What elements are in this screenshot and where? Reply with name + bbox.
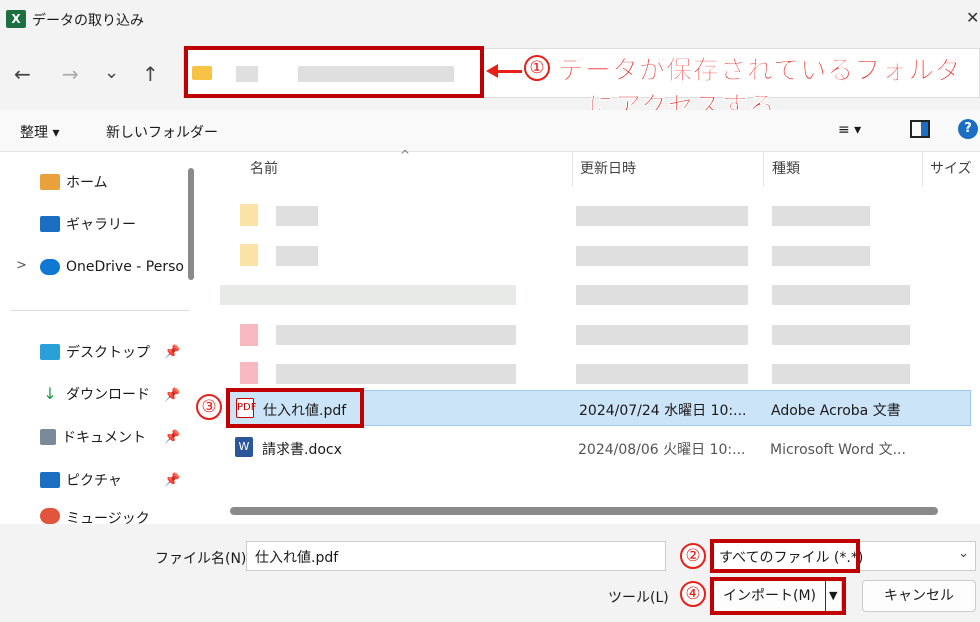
home-icon (40, 174, 60, 190)
filename-input[interactable]: 仕入れ値.pdf (246, 541, 666, 571)
blurred-row (772, 285, 910, 305)
sidebar-item-desktop[interactable]: デスクトップ (40, 338, 150, 366)
pin-icon[interactable]: 📌 (164, 345, 180, 360)
file-highlight-box (226, 388, 364, 428)
blurred-row (772, 206, 870, 226)
pin-icon[interactable]: 📌 (164, 388, 180, 403)
blurred-row (576, 285, 748, 305)
sidebar-item-label: OneDrive - Perso (66, 259, 184, 275)
organize-menu[interactable]: 整理 ▾ (20, 122, 59, 142)
sidebar-item-label: ホーム (66, 175, 108, 191)
sidebar-item-pictures[interactable]: ピクチャ (40, 466, 122, 494)
pin-icon[interactable]: 📌 (164, 473, 180, 488)
column-type[interactable]: 種類 (772, 158, 800, 178)
sidebar-item-gallery[interactable]: ギャラリー (40, 210, 136, 238)
step4-badge: ④ (680, 581, 706, 607)
sort-arrow-icon: ^ (400, 148, 411, 162)
horizontal-scrollbar[interactable] (230, 507, 938, 515)
close-button[interactable]: ✕ (966, 8, 979, 27)
sidebar-scrollbar[interactable] (188, 168, 194, 280)
blurred-row (276, 325, 516, 345)
column-modified[interactable]: 更新日時 (580, 158, 636, 178)
document-icon (40, 429, 56, 445)
title-bar (0, 0, 980, 40)
sidebar-item-label: ピクチャ (66, 473, 122, 489)
expand-chevron-icon[interactable]: > (16, 258, 27, 273)
sidebar-item-label: ドキュメント (62, 430, 146, 446)
blurred-row (772, 325, 910, 345)
pin-icon[interactable]: 📌 (164, 430, 180, 445)
sidebar-divider (10, 310, 190, 311)
cloud-icon (40, 259, 60, 275)
blurred-row (220, 285, 516, 305)
desktop-icon (40, 344, 60, 360)
blurred-file-icon (240, 362, 258, 384)
sidebar-item-label: ギャラリー (66, 217, 136, 233)
blurred-folder-icon (240, 244, 258, 266)
sidebar-item-downloads[interactable]: ↓ ダウンロード (40, 380, 150, 408)
sidebar-item-onedrive[interactable]: OneDrive - Perso (40, 253, 184, 281)
blurred-file-icon (240, 324, 258, 346)
column-size[interactable]: サイズ (930, 158, 972, 178)
recent-locations-button[interactable]: ⌄ (104, 62, 119, 83)
column-divider (763, 152, 764, 186)
file-type: Adobe Acroba 文書 (771, 403, 901, 419)
up-button[interactable]: ↑ (142, 62, 159, 86)
file-name: 請求書.docx (262, 442, 342, 458)
column-divider (572, 152, 573, 186)
help-icon[interactable]: ? (958, 119, 978, 139)
download-icon: ↓ (43, 384, 57, 403)
blurred-row (576, 206, 748, 226)
tools-menu[interactable]: ツール(L) (608, 587, 669, 607)
new-folder-button[interactable]: 新しいフォルダー (106, 122, 218, 142)
blurred-row (276, 206, 318, 226)
gallery-icon (40, 216, 60, 232)
file-row-docx[interactable]: W 請求書.docx 2024/08/06 火曜日 10:... Microso… (226, 430, 971, 466)
back-button[interactable]: ← (14, 62, 31, 86)
excel-icon: X (6, 10, 26, 28)
preview-pane-icon[interactable] (910, 120, 930, 138)
pictures-icon (40, 472, 60, 488)
file-modified: 2024/08/06 火曜日 10:... (578, 442, 746, 458)
window-title: データの取り込み (32, 13, 144, 29)
address-highlight-box (184, 46, 484, 98)
blurred-row (772, 364, 910, 384)
sidebar-item-music[interactable]: ミュージック (40, 508, 150, 524)
blurred-row (576, 364, 748, 384)
sidebar-item-documents[interactable]: ドキュメント (40, 423, 146, 451)
column-divider (922, 152, 923, 186)
view-menu[interactable]: ≡ ▾ (838, 122, 861, 138)
file-type: Microsoft Word 文... (770, 442, 906, 458)
chevron-down-icon: ⌄ (958, 546, 969, 561)
cancel-button[interactable]: キャンセル (862, 580, 976, 612)
import-highlight-box (710, 577, 846, 615)
sidebar-item-label: ダウンロード (66, 387, 150, 403)
file-modified: 2024/07/24 水曜日 10:... (579, 403, 747, 419)
blurred-row (576, 325, 748, 345)
arrow-icon (486, 64, 498, 78)
filename-label: ファイル名(N): (155, 551, 252, 567)
sidebar-item-label: ミュージック (66, 511, 150, 524)
step1-badge: ① (524, 55, 550, 81)
blurred-row (576, 246, 748, 266)
step3-badge: ③ (196, 394, 222, 420)
word-icon: W (235, 437, 253, 457)
column-name[interactable]: 名前 (250, 158, 278, 178)
blurred-row (772, 246, 870, 266)
sidebar-item-home[interactable]: ホーム (40, 168, 108, 196)
blurred-row (276, 364, 516, 384)
blurred-row (276, 246, 318, 266)
filetype-highlight-box (710, 539, 860, 573)
step2-badge: ② (680, 543, 706, 569)
sidebar-item-label: デスクトップ (66, 345, 150, 361)
step1-callout-line1: データが保存されているフォルダ (558, 56, 963, 87)
forward-button[interactable]: → (62, 62, 79, 86)
music-icon (40, 508, 60, 524)
blurred-folder-icon (240, 204, 258, 226)
